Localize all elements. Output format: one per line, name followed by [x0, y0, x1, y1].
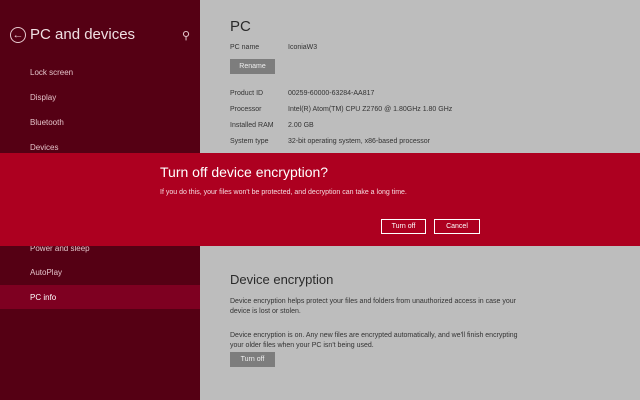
- sidebar-item-label: Lock screen: [30, 68, 74, 77]
- rename-button[interactable]: Rename: [230, 59, 275, 74]
- back-arrow-icon[interactable]: ←: [10, 27, 26, 43]
- product-id-label: Product ID: [230, 90, 264, 97]
- sidebar-item-label: Bluetooth: [30, 118, 64, 127]
- processor-row: Processor Intel(R) Atom(TM) CPU Z2760 @ 1…: [230, 106, 452, 113]
- processor-value: Intel(R) Atom(TM) CPU Z2760 @ 1.80GHz 1.…: [288, 106, 453, 113]
- product-id-value: 00259-60000-63284-AA817: [288, 90, 375, 97]
- installed-ram-value: 2.00 GB: [288, 122, 314, 129]
- sidebar-item-label: AutoPlay: [30, 268, 63, 277]
- pc-name-row: PC name IconiaW3: [230, 44, 317, 51]
- pc-heading: PC: [230, 18, 251, 35]
- system-type-label: System type: [230, 138, 269, 145]
- pc-name-value: IconiaW3: [288, 44, 318, 51]
- pc-name-label: PC name: [230, 44, 260, 51]
- sidebar-item-display[interactable]: Display: [0, 85, 200, 109]
- system-type-value: 32-bit operating system, x86-based proce…: [288, 138, 431, 145]
- installed-ram-row: Installed RAM 2.00 GB: [230, 122, 314, 129]
- sidebar-item-lock-screen[interactable]: Lock screen: [0, 60, 200, 84]
- search-icon[interactable]: ⚲: [182, 29, 190, 42]
- sidebar-item-label: Display: [30, 93, 57, 102]
- encryption-description: Device encryption helps protect your fil…: [230, 298, 516, 315]
- device-encryption-heading: Device encryption: [230, 272, 334, 287]
- processor-label: Processor: [230, 106, 262, 113]
- sidebar-header: ← PC and devices ⚲: [10, 26, 190, 46]
- sidebar-item-autoplay[interactable]: AutoPlay: [0, 260, 200, 284]
- installed-ram-label: Installed RAM: [230, 122, 274, 129]
- dialog-message: If you do this, your files won't be prot…: [160, 189, 407, 196]
- product-id-row: Product ID 00259-60000-63284-AA817: [230, 90, 374, 97]
- system-type-row: System type 32-bit operating system, x86-…: [230, 138, 430, 145]
- sidebar-title: PC and devices: [30, 26, 136, 43]
- encryption-status: Device encryption is on. Any new files a…: [230, 332, 518, 349]
- dialog-cancel-button[interactable]: Cancel: [434, 219, 480, 234]
- dialog-turn-off-button[interactable]: Turn off: [381, 219, 426, 234]
- dialog-title: Turn off device encryption?: [160, 164, 329, 180]
- sidebar-item-label: Devices: [30, 143, 59, 152]
- sidebar-item-bluetooth[interactable]: Bluetooth: [0, 110, 200, 134]
- sidebar-item-pc-info[interactable]: PC info: [0, 285, 200, 309]
- sidebar-item-label: PC info: [30, 293, 57, 302]
- turn-off-encryption-button[interactable]: Turn off: [230, 352, 275, 367]
